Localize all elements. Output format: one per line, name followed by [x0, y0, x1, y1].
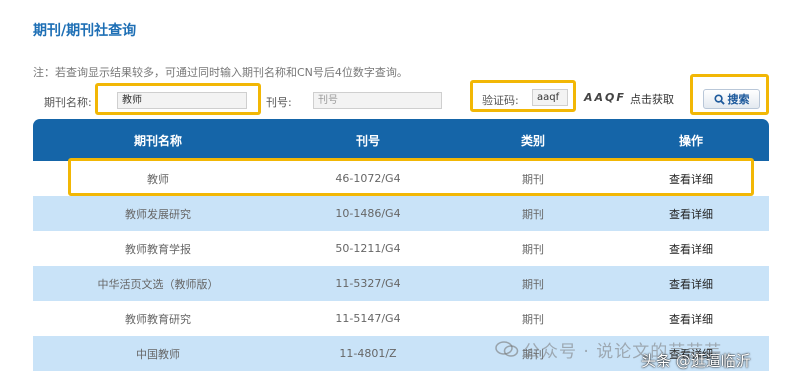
search-button-label: 搜索: [727, 93, 750, 106]
view-details-link[interactable]: 查看详细: [613, 206, 769, 222]
view-details-link[interactable]: 查看详细: [613, 276, 769, 292]
table-row: 教师 46-1072/G4 期刊 查看详细: [33, 161, 769, 196]
issn-input[interactable]: 刊号: [313, 92, 442, 109]
cell-category: 期刊: [522, 207, 544, 221]
cell-issn: 11-4801/Z: [339, 347, 397, 360]
header-issn: 刊号: [355, 133, 380, 148]
table-row: 中华活页文选（教师版） 11-5327/G4 期刊 查看详细: [33, 266, 769, 301]
page-title: 期刊/期刊社查询: [33, 23, 137, 39]
view-details-link[interactable]: 查看详细: [613, 311, 769, 327]
cell-journal-name: 教师发展研究: [125, 207, 191, 221]
table-row: 教师发展研究 10-1486/G4 期刊 查看详细: [33, 196, 769, 231]
captcha-input[interactable]: aaqf: [532, 89, 568, 106]
cell-issn: 46-1072/G4: [335, 172, 401, 185]
issn-label: 刊号:: [266, 96, 292, 109]
cell-journal-name: 中国教师: [136, 347, 180, 361]
captcha-label: 验证码:: [482, 94, 519, 107]
table-row: 教师教育研究 11-5147/G4 期刊 查看详细: [33, 301, 769, 336]
table-row: 教师教育学报 50-1211/G4 期刊 查看详细: [33, 231, 769, 266]
cell-category: 期刊: [522, 312, 544, 326]
search-button[interactable]: 搜索: [703, 89, 760, 109]
header-category: 类别: [520, 133, 545, 148]
cell-category: 期刊: [522, 242, 544, 256]
cell-issn: 10-1486/G4: [335, 207, 401, 220]
cell-journal-name: 中华活页文选（教师版）: [97, 277, 219, 291]
cell-issn: 11-5147/G4: [335, 312, 401, 325]
cell-issn: 11-5327/G4: [335, 277, 401, 290]
journal-name-label: 期刊名称:: [44, 96, 92, 109]
cell-issn: 50-1211/G4: [335, 242, 401, 255]
captcha-refresh-link[interactable]: 点击获取: [630, 91, 674, 107]
search-note: 注：若查询显示结果较多，可通过同时输入期刊名称和CN号后4位数字查询。: [33, 66, 408, 79]
results-table: 期刊名称 刊号 类别 操作 教师 46-1072/G4 期刊 查看详细 教师发展…: [33, 119, 769, 371]
captcha-image[interactable]: AAQF: [584, 91, 626, 104]
cell-journal-name: 教师教育研究: [125, 312, 191, 326]
search-icon: [713, 93, 725, 105]
table-header: 期刊名称 刊号 类别 操作: [33, 119, 769, 161]
cell-category: 期刊: [522, 172, 544, 186]
view-details-link[interactable]: 查看详细: [613, 241, 769, 257]
wechat-icon: [495, 341, 519, 357]
cell-category: 期刊: [522, 277, 544, 291]
watermark-toutiao: 头条 @逛逼临沂: [641, 352, 751, 370]
header-journal-name: 期刊名称: [133, 133, 182, 148]
view-details-link[interactable]: 查看详细: [613, 171, 769, 187]
cell-journal-name: 教师教育学报: [125, 242, 191, 256]
header-action: 操作: [678, 133, 703, 148]
cell-journal-name: 教师: [147, 172, 169, 186]
journal-name-input[interactable]: 教师: [117, 92, 247, 109]
